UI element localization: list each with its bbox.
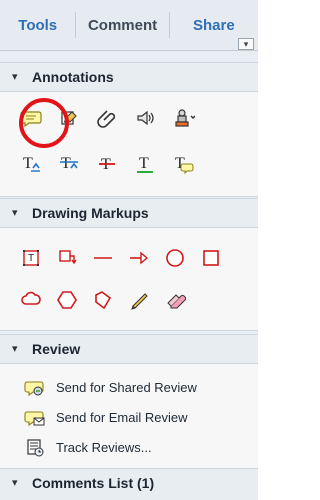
arrow-icon[interactable] (127, 246, 151, 270)
drawing-row-2 (0, 270, 258, 312)
track-reviews-label: Track Reviews... (56, 439, 152, 455)
send-for-shared-review[interactable]: Send for Shared Review (22, 372, 258, 402)
highlight-circle (19, 98, 69, 148)
send-for-email-review[interactable]: Send for Email Review (22, 402, 258, 432)
svg-text:T: T (23, 155, 33, 172)
send-for-shared-review-label: Send for Shared Review (56, 379, 197, 395)
drawing-row-1: T (0, 228, 258, 270)
review-items: Send for Shared Review Send for Email Re… (0, 364, 258, 462)
collapse-chevron-icon: ▾ (12, 207, 18, 219)
comments-list-title: Comments List (1) (32, 475, 155, 491)
top-tab-bar: Tools Comment Share ▾ (0, 0, 258, 51)
polyline-icon[interactable] (91, 288, 115, 312)
rectangle-icon[interactable] (199, 246, 223, 270)
send-for-email-review-label: Send for Email Review (56, 409, 188, 425)
add-note-to-text-icon[interactable]: T (171, 152, 195, 176)
track-reviews-icon (22, 435, 46, 459)
drawing-markups-title: Drawing Markups (32, 205, 149, 221)
polygon-icon[interactable] (55, 288, 79, 312)
replace-text-icon[interactable]: T (57, 152, 81, 176)
record-audio-icon[interactable] (133, 106, 157, 130)
tab-share[interactable]: Share (170, 12, 258, 38)
underline-icon[interactable]: T (133, 152, 157, 176)
cloud-icon[interactable] (19, 288, 43, 312)
strikethrough-icon[interactable]: T (95, 152, 119, 176)
drawing-markups-header[interactable]: ▾ Drawing Markups (0, 198, 258, 228)
drawing-markups-section: ▾ Drawing Markups T (0, 198, 258, 331)
eraser-icon[interactable] (163, 288, 187, 312)
tab-tools[interactable]: Tools (0, 12, 75, 38)
tab-comment[interactable]: Comment (76, 12, 168, 38)
comment-pane: Tools Comment Share ▾ ▾ Annotations T T … (0, 0, 258, 500)
callout-icon[interactable] (55, 246, 79, 270)
insert-text-icon[interactable]: T (19, 152, 43, 176)
svg-text:T: T (139, 155, 149, 172)
review-header[interactable]: ▾ Review (0, 334, 258, 364)
collapse-chevron-icon: ▾ (12, 477, 18, 489)
stamp-icon[interactable] (171, 106, 195, 130)
panel-options-menu-button[interactable]: ▾ (238, 38, 254, 50)
annotations-title: Annotations (32, 69, 114, 85)
pencil-icon[interactable] (127, 288, 151, 312)
comments-list-header[interactable]: ▾ Comments List (1) (0, 468, 258, 497)
svg-text:T: T (28, 253, 34, 264)
oval-icon[interactable] (163, 246, 187, 270)
comments-list-section: ▾ Comments List (1) (0, 468, 258, 500)
collapse-chevron-icon: ▾ (12, 71, 18, 83)
review-section: ▾ Review Send for Shared Review Send for… (0, 334, 258, 469)
email-review-icon (22, 405, 46, 429)
text-box-icon[interactable]: T (19, 246, 43, 270)
svg-text:T: T (61, 155, 71, 172)
drawing-markups-tools: T (0, 228, 258, 332)
line-icon[interactable] (91, 246, 115, 270)
tabs: Tools Comment Share (0, 12, 258, 38)
shared-review-icon (22, 375, 46, 399)
annotations-header[interactable]: ▾ Annotations (0, 62, 258, 92)
attach-file-icon[interactable] (95, 106, 119, 130)
track-reviews[interactable]: Track Reviews... (22, 432, 258, 462)
review-title: Review (32, 341, 81, 357)
collapse-chevron-icon: ▾ (12, 343, 18, 355)
